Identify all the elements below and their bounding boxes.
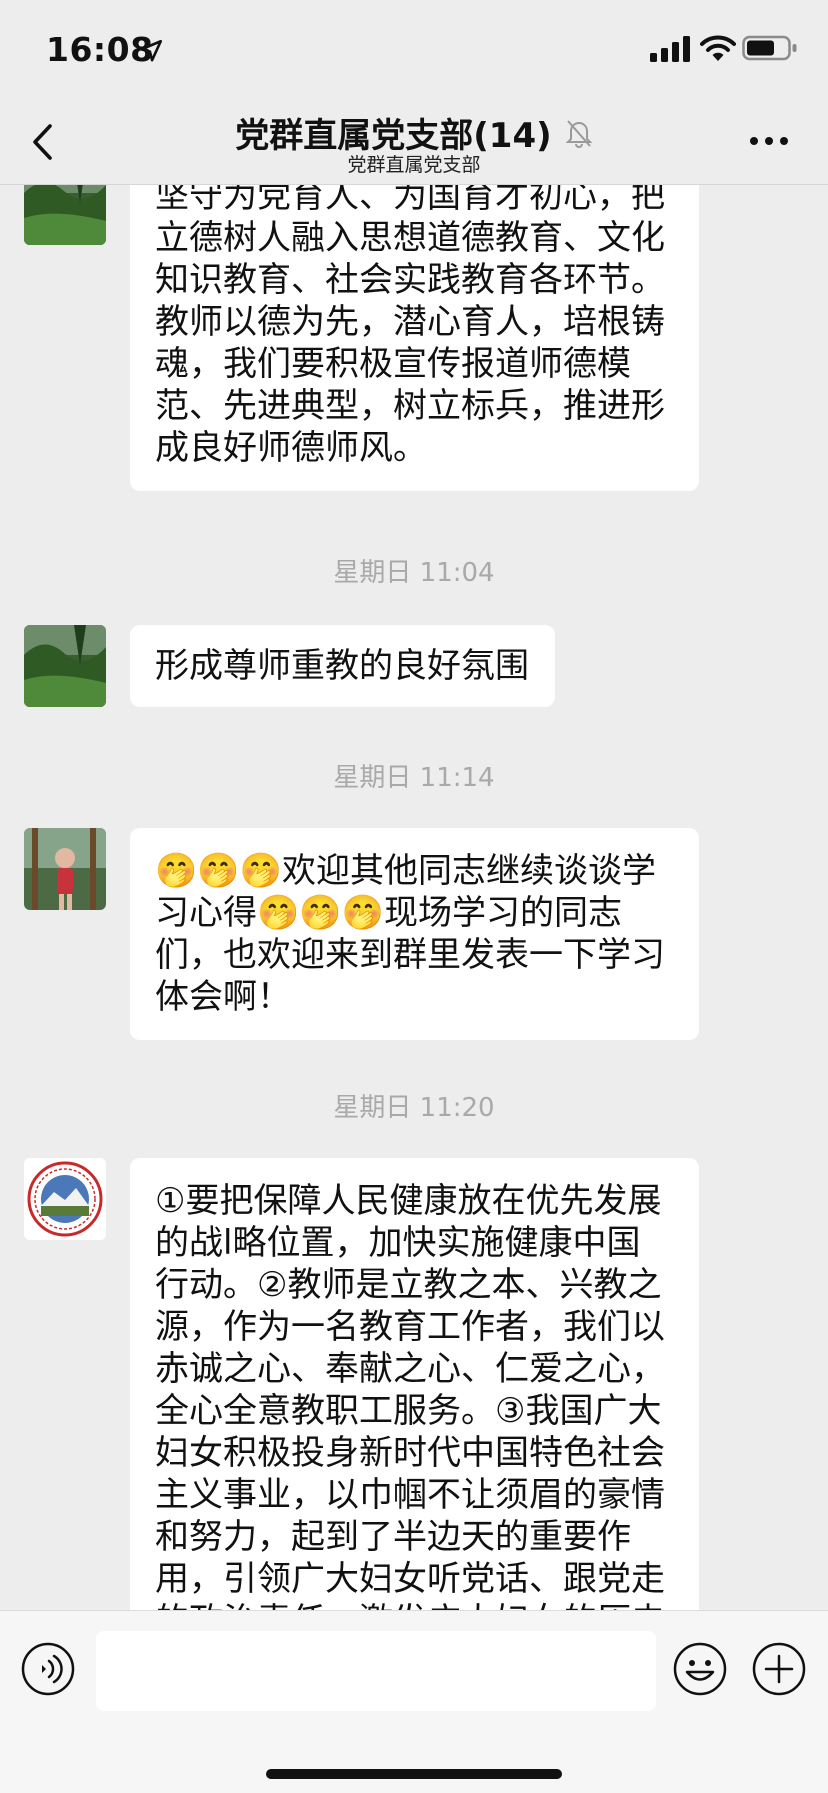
message-input[interactable] — [96, 1631, 656, 1711]
chat-header: 党群直属党支部(14) 党群直属党支部 — [0, 100, 828, 185]
home-indicator — [266, 1769, 562, 1779]
avatar[interactable] — [24, 828, 106, 910]
message-bubble[interactable]: 🤭🤭🤭欢迎其他同志继续谈谈学习心得🤭🤭🤭现场学习的同志们，也欢迎来到群里发表一下… — [130, 828, 699, 1040]
voice-icon[interactable] — [20, 1641, 76, 1697]
more-dots-icon[interactable] — [748, 134, 790, 148]
message-bubble[interactable]: ①要把保障人民健康放在优先发展的战l略位置，加快实施健康中国行动。②教师是立教之… — [130, 1158, 699, 1610]
input-bar — [0, 1610, 828, 1793]
avatar[interactable] — [24, 1158, 106, 1240]
timestamp: 星期日 11:20 — [333, 1093, 495, 1123]
avatar[interactable] — [24, 185, 106, 245]
message-bubble[interactable]: 形成尊师重教的良好氛围 — [130, 625, 555, 707]
avatar[interactable] — [24, 625, 106, 707]
bell-muted-icon — [565, 119, 593, 148]
status-bar: 16:08 — [0, 0, 828, 100]
smiley-icon[interactable] — [672, 1641, 728, 1697]
cellular-signal-icon — [650, 36, 690, 62]
timestamp: 星期日 11:14 — [333, 763, 495, 793]
message-list[interactable]: 坚守为党育人、为国育才初心，把立德树人融入思想道德教育、文化知识教育、社会实践教… — [0, 185, 828, 1610]
location-arrow-icon — [139, 39, 163, 62]
timestamp: 星期日 11:04 — [333, 558, 495, 588]
chat-subtitle: 党群直属党支部 — [347, 154, 481, 176]
plus-icon[interactable] — [751, 1641, 807, 1697]
wifi-icon — [700, 35, 736, 61]
battery-icon — [742, 35, 797, 61]
message-bubble[interactable]: 坚守为党育人、为国育才初心，把立德树人融入思想道德教育、文化知识教育、社会实践教… — [130, 185, 699, 491]
